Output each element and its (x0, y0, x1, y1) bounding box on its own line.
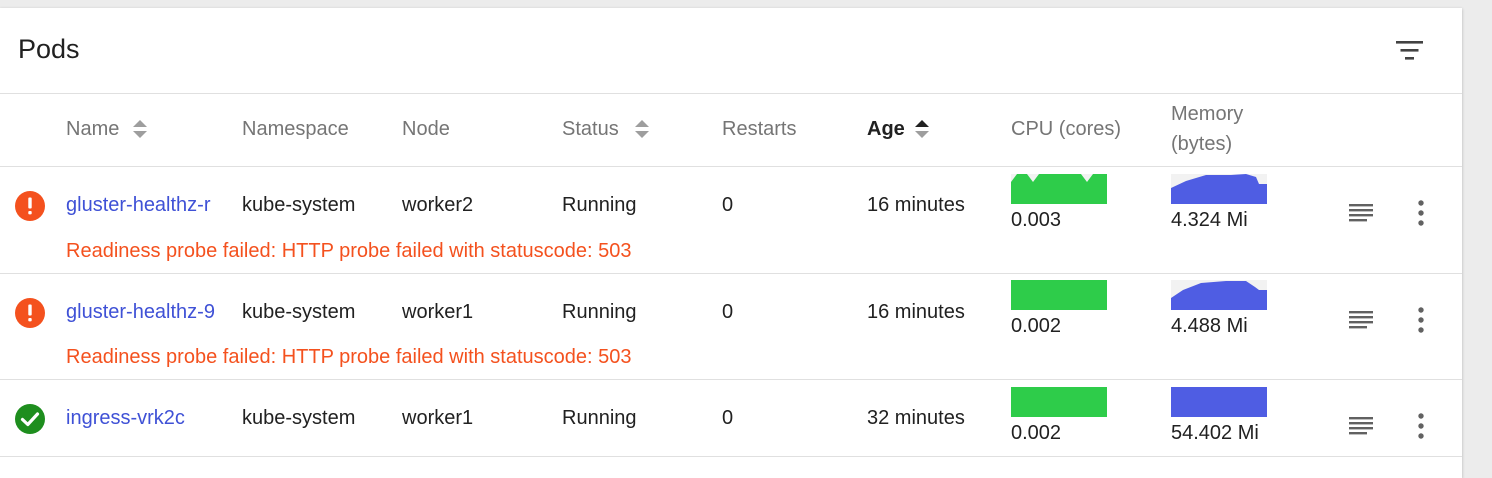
status-cell: Running (562, 407, 637, 429)
memory-value: 4.488 Mi (1171, 315, 1248, 337)
memory-value: 4.324 Mi (1171, 209, 1248, 231)
column-header-name[interactable]: Name (66, 114, 119, 144)
card-title: Pods (18, 34, 80, 64)
divider (0, 93, 1462, 94)
restarts-cell: 0 (722, 301, 734, 323)
divider (0, 166, 1462, 167)
restarts-cell: 0 (722, 407, 734, 429)
column-header-memory-unit: (bytes) (1171, 133, 1233, 155)
column-header-cpu: CPU (cores) (1011, 118, 1122, 140)
cpu-sparkline (1011, 280, 1107, 310)
pods-card: Pods Name Namespace Node Status Restarts… (0, 8, 1462, 478)
memory-sparkline (1171, 280, 1267, 310)
column-header-age[interactable]: Age (867, 114, 905, 144)
pod-name-link[interactable]: gluster-healthz-9 (66, 298, 220, 326)
status-cell: Running (562, 301, 637, 323)
sort-icon[interactable] (634, 118, 650, 140)
filter-button[interactable] (1390, 36, 1430, 66)
column-header-restarts: Restarts (722, 118, 797, 140)
more-vert-icon[interactable] (1414, 305, 1428, 335)
divider (0, 379, 1462, 380)
cpu-sparkline (1011, 387, 1107, 417)
check-circle-icon (15, 404, 45, 434)
cpu-sparkline (1011, 174, 1107, 204)
error-icon (15, 191, 45, 221)
node-cell: worker1 (402, 407, 474, 429)
sort-ascending-icon[interactable] (914, 118, 930, 140)
age-cell: 32 minutes (867, 407, 965, 429)
node-cell: worker2 (402, 194, 474, 216)
age-cell: 16 minutes (867, 194, 965, 216)
namespace-cell: kube-system (242, 301, 356, 323)
node-cell: worker1 (402, 301, 474, 323)
restarts-cell: 0 (722, 194, 734, 216)
column-header-status[interactable]: Status (562, 114, 619, 144)
memory-sparkline (1171, 387, 1267, 417)
divider (0, 456, 1462, 457)
namespace-cell: kube-system (242, 407, 356, 429)
readiness-error-message: Readiness probe failed: HTTP probe faile… (66, 240, 632, 262)
card-header: Pods (0, 8, 1462, 93)
cpu-value: 0.002 (1011, 422, 1062, 444)
divider (0, 273, 1462, 274)
error-icon (15, 298, 45, 328)
logs-icon[interactable] (1347, 307, 1375, 331)
more-vert-icon[interactable] (1414, 411, 1428, 441)
cpu-value: 0.003 (1011, 209, 1062, 231)
filter-icon (1396, 41, 1423, 60)
memory-value: 54.402 Mi (1171, 422, 1259, 444)
age-cell: 16 minutes (867, 301, 965, 323)
pod-name-link[interactable]: ingress-vrk2c (66, 404, 220, 432)
memory-sparkline (1171, 174, 1267, 204)
readiness-error-message: Readiness probe failed: HTTP probe faile… (66, 346, 632, 368)
cpu-value: 0.002 (1011, 315, 1062, 337)
logs-icon[interactable] (1347, 200, 1375, 224)
pod-name-link[interactable]: gluster-healthz-r (66, 191, 220, 219)
column-header-namespace: Namespace (242, 118, 349, 140)
namespace-cell: kube-system (242, 194, 356, 216)
sort-icon[interactable] (132, 118, 148, 140)
more-vert-icon[interactable] (1414, 198, 1428, 228)
status-cell: Running (562, 194, 637, 216)
logs-icon[interactable] (1347, 413, 1375, 437)
column-header-node: Node (402, 118, 450, 140)
column-header-memory: Memory (1171, 103, 1244, 125)
